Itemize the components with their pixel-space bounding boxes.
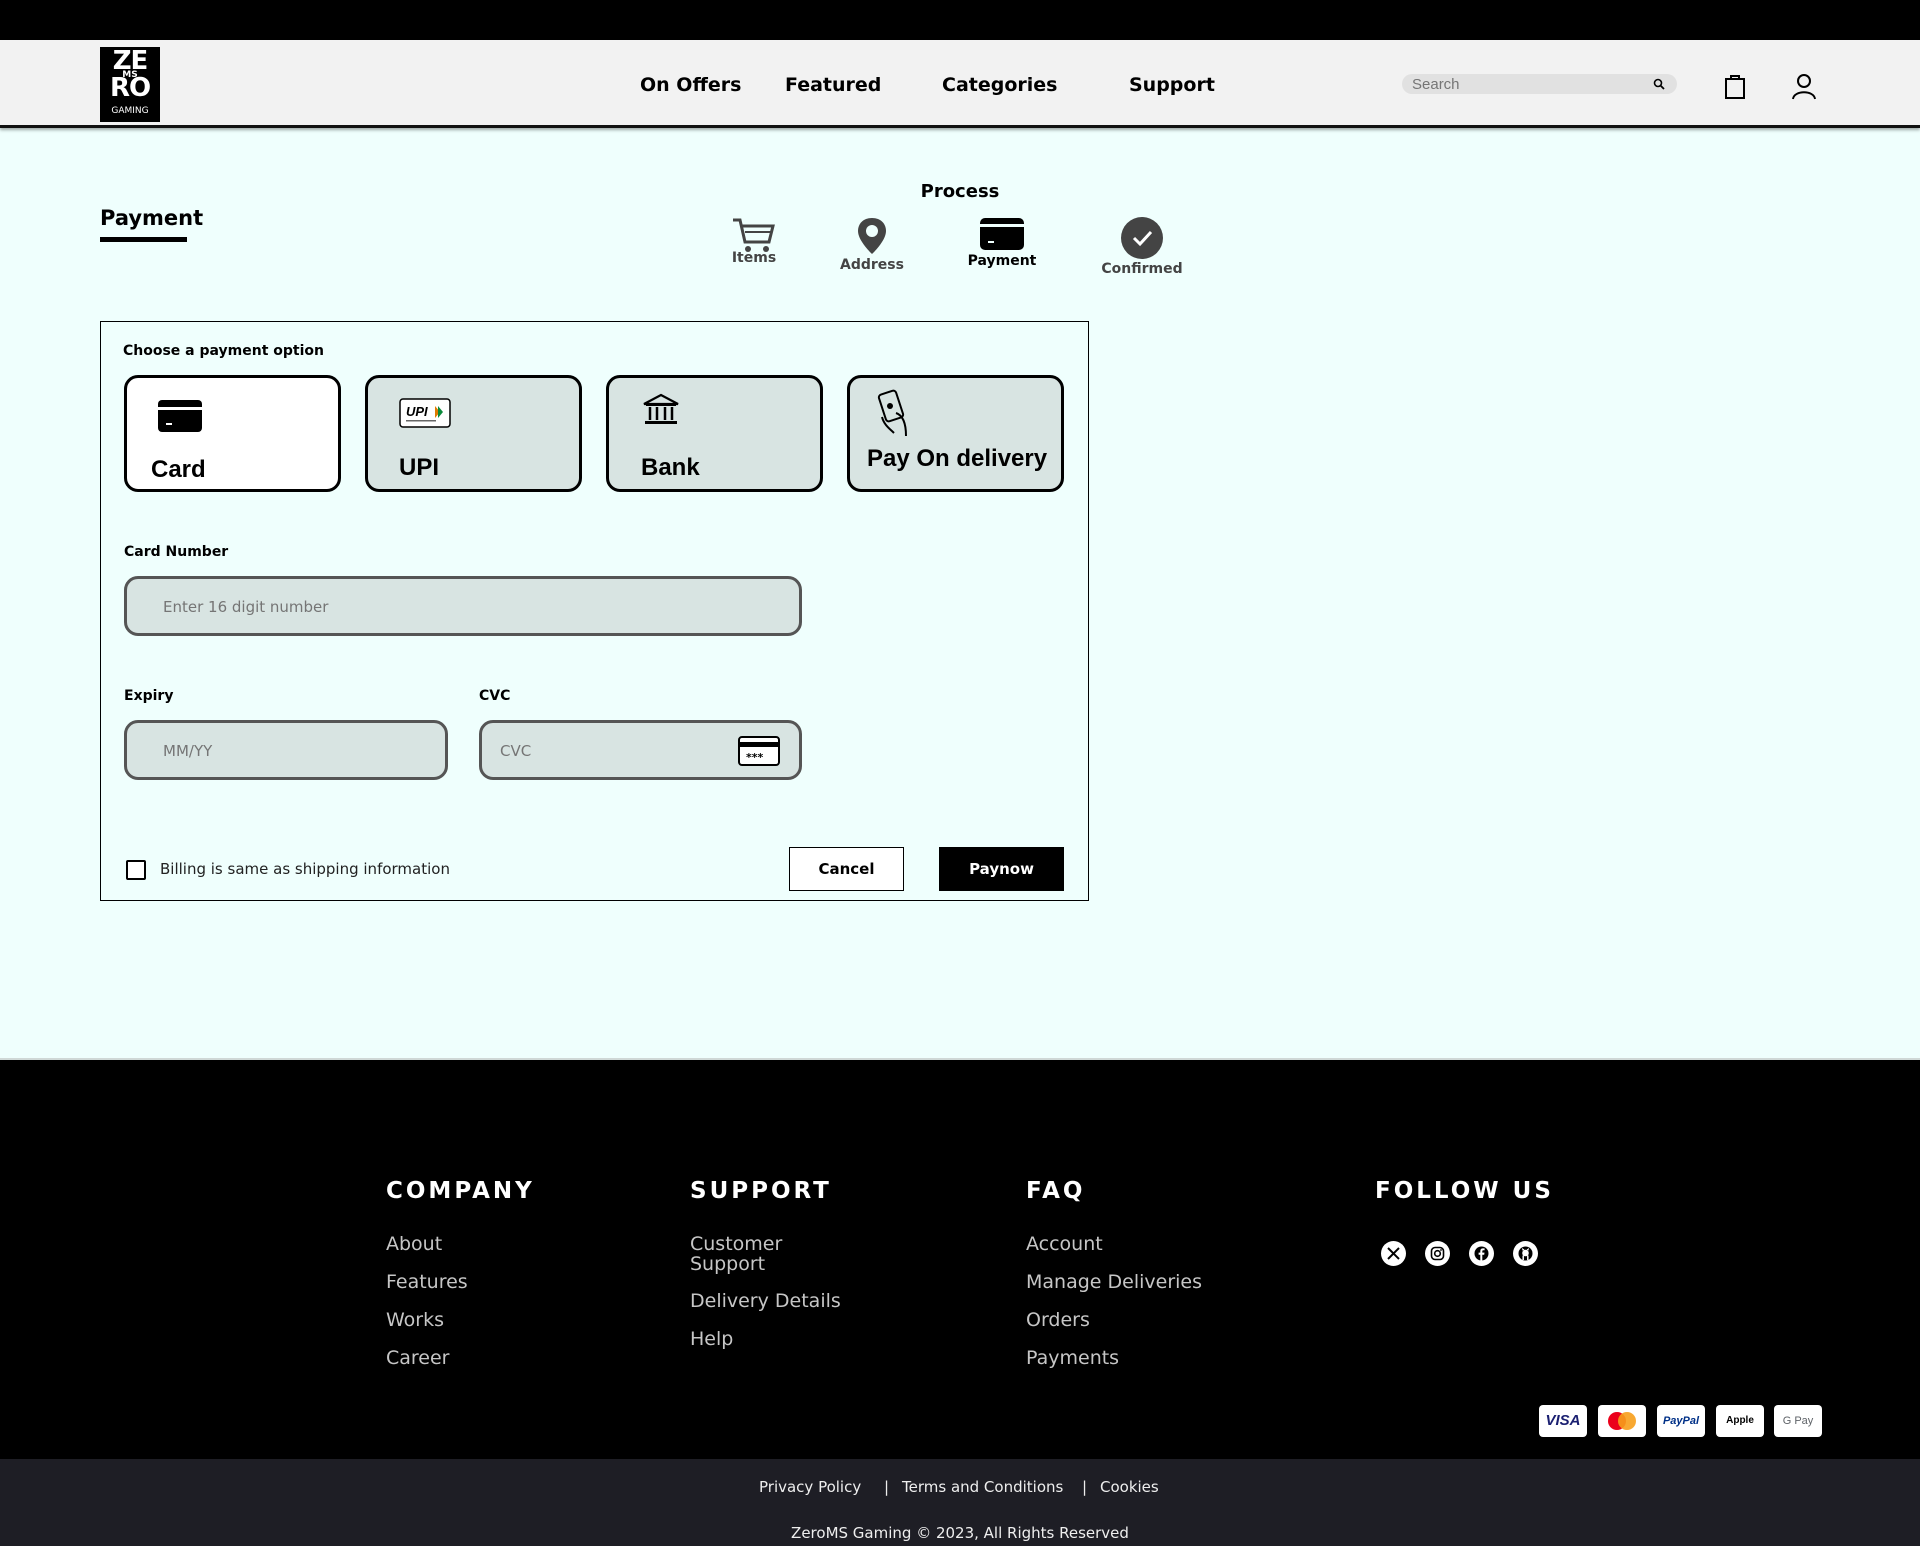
- footer-link-orders[interactable]: Orders: [1026, 1310, 1090, 1330]
- nav-on-offers[interactable]: On Offers: [640, 74, 741, 96]
- cvc-label: CVC: [479, 688, 511, 704]
- search-input[interactable]: [1412, 74, 1642, 94]
- card-number-field: [124, 576, 802, 636]
- payment-option-bank-label: Bank: [641, 454, 700, 481]
- footer-faq-title: FAQ: [1026, 1178, 1086, 1204]
- footer-link-about[interactable]: About: [386, 1234, 442, 1254]
- expiry-field: [124, 720, 448, 780]
- payment-option-upi-label: UPI: [399, 454, 440, 481]
- payment-option-upi[interactable]: UPI UPI: [365, 375, 582, 492]
- hand-cash-icon: [877, 389, 907, 437]
- expiry-input[interactable]: [163, 739, 418, 763]
- footer-link-features[interactable]: Features: [386, 1272, 468, 1292]
- card-icon: [158, 400, 202, 432]
- payment-option-card[interactable]: Card: [124, 375, 341, 492]
- github-icon[interactable]: [1513, 1241, 1538, 1266]
- card-number-input[interactable]: [163, 595, 701, 619]
- process-step-address: Address: [833, 216, 911, 273]
- pay-now-button[interactable]: Paynow: [939, 847, 1064, 891]
- footer-bottom-bar: Privacy Policy | Terms and Conditions | …: [0, 1459, 1920, 1546]
- footer-support-title: SUPPORT: [690, 1178, 832, 1204]
- instagram-icon[interactable]: [1425, 1241, 1450, 1266]
- footer-link-works[interactable]: Works: [386, 1310, 444, 1330]
- payment-card-google-pay: G Pay: [1774, 1405, 1822, 1437]
- upi-logo-icon: UPI: [399, 398, 451, 428]
- search-bar: [1402, 74, 1677, 94]
- billing-same-checkbox[interactable]: [126, 860, 146, 880]
- card-icon: [980, 218, 1024, 250]
- process-step-items: Items: [728, 216, 780, 266]
- payment-card-paypal: PayPal: [1657, 1405, 1705, 1437]
- bottom-separator: |: [1082, 1478, 1088, 1496]
- payment-card-mastercard: [1598, 1405, 1646, 1437]
- process-title: Process: [920, 181, 1000, 202]
- bottom-separator: |: [884, 1478, 890, 1496]
- step-label-address: Address: [840, 257, 904, 273]
- location-pin-icon: [858, 218, 886, 254]
- card-cvc-icon: ***: [738, 736, 780, 766]
- cart-icon: [733, 218, 775, 252]
- step-label-payment: Payment: [967, 253, 1037, 269]
- search-icon[interactable]: [1653, 78, 1665, 90]
- payment-option-bank[interactable]: Bank: [606, 375, 823, 492]
- page-title: Payment: [100, 206, 204, 230]
- shopping-bag-icon[interactable]: [1722, 72, 1748, 100]
- billing-same-label: Billing is same as shipping information: [160, 860, 450, 878]
- copyright-text: ZeroMS Gaming © 2023, All Rights Reserve…: [791, 1524, 1129, 1542]
- mastercard-icon: [1608, 1412, 1636, 1430]
- step-label-confirmed: Confirmed: [1101, 261, 1183, 277]
- nav-featured[interactable]: Featured: [785, 74, 881, 96]
- check-circle-icon: [1121, 217, 1163, 259]
- payment-card-visa: VISA: [1539, 1405, 1587, 1437]
- footer-link-help[interactable]: Help: [690, 1329, 733, 1349]
- x-twitter-icon[interactable]: [1381, 1241, 1406, 1266]
- footer-link-account[interactable]: Account: [1026, 1234, 1103, 1254]
- cvc-field: ***: [479, 720, 802, 780]
- nav-support[interactable]: Support: [1129, 74, 1215, 96]
- footer-follow-title: FOLLOW US: [1375, 1178, 1554, 1204]
- cancel-button[interactable]: Cancel: [789, 847, 904, 891]
- terms-link[interactable]: Terms and Conditions: [902, 1478, 1063, 1496]
- svg-text:***: ***: [746, 751, 764, 764]
- step-label-items: Items: [731, 250, 777, 266]
- top-black-bar: [0, 0, 1920, 40]
- card-number-label: Card Number: [124, 544, 229, 560]
- footer-link-delivery-details[interactable]: Delivery Details: [690, 1291, 841, 1311]
- payment-option-pay-on-delivery[interactable]: Pay On delivery: [847, 375, 1064, 492]
- footer-link-manage-deliveries[interactable]: Manage Deliveries: [1026, 1272, 1202, 1292]
- page-title-underline: [100, 237, 187, 242]
- footer-link-customer-support[interactable]: Customer Support: [690, 1234, 820, 1274]
- expiry-label: Expiry: [124, 688, 174, 704]
- choose-payment-label: Choose a payment option: [123, 343, 324, 359]
- brand-logo[interactable]: ZE MS RO GAMING: [100, 47, 160, 122]
- logo-text-gaming: GAMING: [111, 106, 149, 116]
- privacy-policy-link[interactable]: Privacy Policy: [759, 1478, 861, 1496]
- user-icon[interactable]: [1791, 72, 1817, 100]
- site-footer: COMPANY About Features Works Career SUPP…: [0, 1060, 1920, 1459]
- payment-option-card-label: Card: [151, 456, 206, 483]
- svg-text:UPI: UPI: [406, 404, 428, 419]
- footer-link-payments[interactable]: Payments: [1026, 1348, 1119, 1368]
- footer-company-title: COMPANY: [386, 1178, 535, 1204]
- nav-categories[interactable]: Categories: [942, 74, 1057, 96]
- footer-link-career[interactable]: Career: [386, 1348, 450, 1368]
- process-step-confirmed: Confirmed: [1097, 216, 1187, 277]
- facebook-icon[interactable]: [1469, 1241, 1494, 1266]
- cvc-input[interactable]: [500, 739, 691, 763]
- process-step-payment: Payment: [962, 216, 1042, 269]
- cookies-link[interactable]: Cookies: [1100, 1478, 1159, 1496]
- payment-option-pay-on-delivery-label: Pay On delivery: [867, 445, 1048, 472]
- logo-text-ro: RO: [109, 73, 151, 103]
- payment-card-apple-pay: Apple Pay: [1716, 1405, 1764, 1458]
- site-header: ZE MS RO GAMING On Offers Featured Categ…: [0, 40, 1920, 128]
- bank-icon: [643, 393, 679, 424]
